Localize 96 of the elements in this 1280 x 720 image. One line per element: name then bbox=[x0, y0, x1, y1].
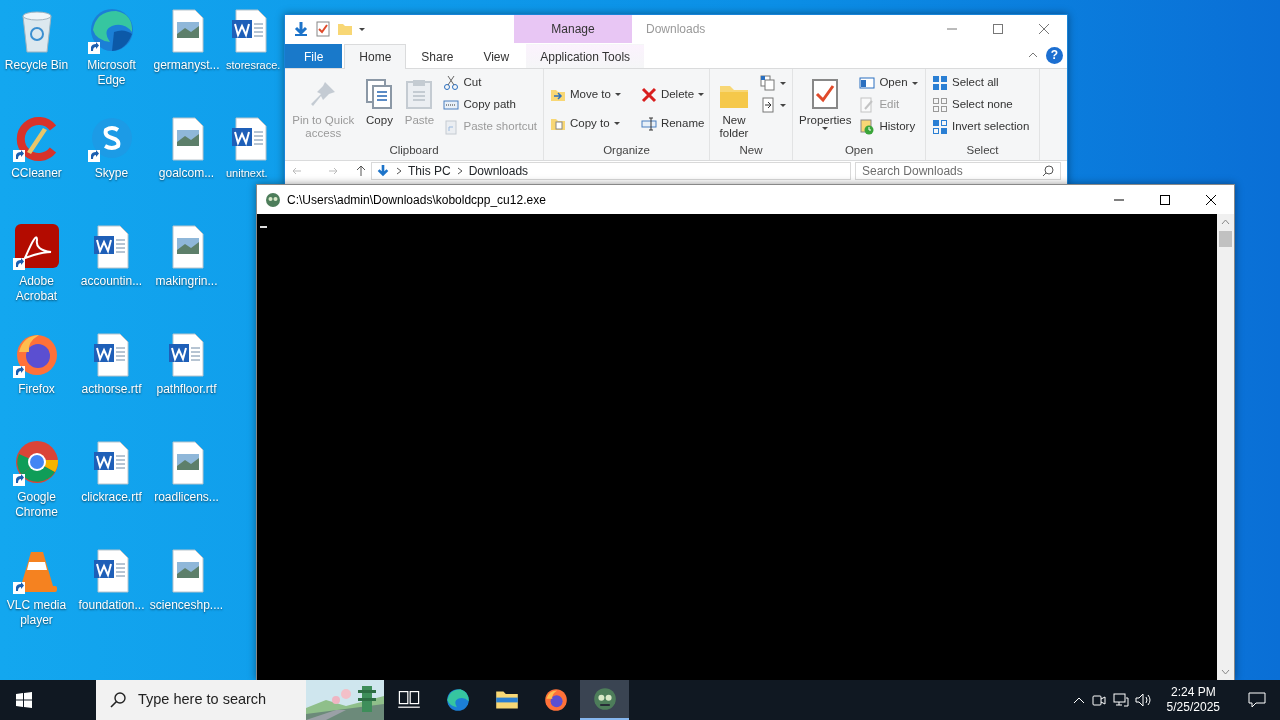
group-label: Select bbox=[965, 143, 1000, 158]
desktop-shortcut[interactable]: Adobe Acrobat bbox=[0, 220, 73, 306]
select-all-icon bbox=[932, 75, 948, 91]
path-icon bbox=[443, 97, 460, 113]
maximize-icon bbox=[993, 24, 1003, 34]
desktop-shortcut[interactable]: makingrin... bbox=[150, 220, 223, 291]
properties-icon[interactable] bbox=[315, 21, 331, 37]
ribbon-tab[interactable]: View bbox=[468, 44, 525, 68]
ribbon-button[interactable]: Move to bbox=[548, 80, 623, 109]
download-arrow-icon[interactable] bbox=[293, 21, 309, 37]
ribbon-tab[interactable]: Home bbox=[344, 44, 407, 69]
scrollbar[interactable] bbox=[1217, 214, 1234, 680]
desktop-shortcut[interactable]: storesrace. bbox=[225, 4, 283, 73]
taskbar-app-button[interactable] bbox=[580, 680, 629, 720]
desktop-shortcut[interactable]: roadlicens... bbox=[150, 436, 223, 507]
search-icon bbox=[1042, 165, 1054, 177]
search-box[interactable]: Search Downloads bbox=[855, 162, 1061, 180]
download-arrow-icon bbox=[376, 164, 390, 178]
network-icon[interactable] bbox=[1112, 692, 1129, 708]
group-label: Open bbox=[843, 143, 875, 158]
ribbon-button[interactable]: Copy bbox=[361, 72, 398, 129]
clock[interactable]: 2:24 PM 5/25/2025 bbox=[1158, 685, 1228, 715]
ribbon-icon-button[interactable] bbox=[758, 72, 788, 94]
breadcrumb[interactable]: This PC bbox=[408, 162, 451, 180]
desktop-shortcut[interactable]: pathfloor.rtf bbox=[150, 328, 223, 399]
context-tab-header: Manage bbox=[514, 15, 632, 43]
ribbon-button[interactable]: Copy to bbox=[548, 109, 623, 138]
chevron-icon bbox=[456, 167, 463, 175]
desktop-shortcut[interactable]: unitnext. bbox=[225, 112, 283, 181]
scissors-icon bbox=[443, 75, 460, 91]
ribbon-tab[interactable]: Share bbox=[406, 44, 469, 68]
desktop-shortcut[interactable]: accountin... bbox=[75, 220, 148, 291]
ribbon-button[interactable]: New folder bbox=[714, 72, 754, 142]
up-arrow-icon[interactable] bbox=[355, 165, 367, 177]
ribbon-button[interactable]: Select all bbox=[930, 72, 1032, 94]
creature-logo-icon bbox=[592, 687, 617, 711]
desktop-shortcut[interactable]: VLC media player bbox=[0, 544, 73, 630]
ribbon-button[interactable]: Copy path bbox=[441, 94, 539, 116]
breadcrumb[interactable]: Downloads bbox=[468, 162, 529, 180]
fox-logo-icon bbox=[543, 688, 568, 712]
search-icon bbox=[110, 692, 126, 708]
ribbon-tab[interactable]: Application Tools bbox=[526, 44, 645, 68]
desktop-shortcut[interactable]: Skype bbox=[75, 112, 148, 183]
file-menu-tab[interactable]: File bbox=[285, 44, 343, 68]
open-window-icon bbox=[859, 75, 876, 91]
desktop-shortcut[interactable]: foundation... bbox=[75, 544, 148, 615]
ribbon-button[interactable]: Delete bbox=[638, 80, 707, 109]
window-title: Downloads bbox=[645, 21, 707, 38]
address-bar[interactable]: This PC Downloads bbox=[371, 162, 851, 180]
group-label: Clipboard bbox=[388, 143, 440, 158]
caret-icon[interactable] bbox=[359, 27, 365, 31]
desktop-shortcut[interactable]: Microsoft Edge bbox=[75, 4, 148, 90]
ribbon-button[interactable]: Open bbox=[857, 72, 920, 94]
camera-icon[interactable] bbox=[1090, 692, 1107, 708]
ribbon-button[interactable]: Select none bbox=[930, 94, 1032, 116]
invert-selection-icon bbox=[932, 119, 948, 135]
chat-bubble-icon bbox=[1248, 692, 1266, 708]
maximize-icon bbox=[1160, 194, 1170, 205]
chevron-up-icon[interactable] bbox=[1072, 696, 1085, 704]
ribbon-button[interactable]: History bbox=[857, 116, 920, 138]
close-icon bbox=[1206, 194, 1216, 205]
volume-icon[interactable] bbox=[1134, 692, 1153, 708]
desktop-shortcut[interactable]: clickrace.rtf bbox=[75, 436, 148, 507]
select-none-icon bbox=[932, 97, 948, 113]
text-cursor bbox=[260, 226, 267, 228]
desktop-shortcut[interactable]: Google Chrome bbox=[0, 436, 73, 522]
close-icon bbox=[1039, 24, 1049, 34]
group-label: New bbox=[738, 143, 764, 158]
ribbon-button[interactable]: Rename bbox=[638, 109, 707, 138]
delete-icon bbox=[640, 86, 657, 103]
ribbon-button[interactable]: Properties bbox=[797, 72, 854, 132]
desktop-shortcut[interactable]: scienceshp.... bbox=[150, 544, 223, 615]
help-button[interactable]: ? bbox=[1046, 46, 1063, 64]
search-field[interactable]: Type here to search bbox=[136, 688, 286, 712]
history-icon bbox=[859, 119, 876, 135]
chevron-icon bbox=[396, 167, 402, 175]
windows-logo-icon bbox=[16, 692, 32, 708]
new-item-icon bbox=[760, 75, 776, 91]
creature-logo-icon bbox=[265, 191, 281, 208]
window-title: C:\Users\admin\Downloads\koboldcpp_cu12.exe bbox=[286, 191, 547, 209]
search-field[interactable]: Search Downloads bbox=[862, 162, 1032, 180]
search-box[interactable]: Type here to search bbox=[96, 680, 384, 720]
desktop-shortcut[interactable]: Firefox bbox=[0, 328, 73, 399]
group-label: Organize bbox=[602, 143, 651, 158]
desktop-shortcut[interactable]: acthorse.rtf bbox=[75, 328, 148, 399]
desktop-shortcut[interactable]: germanyst... bbox=[150, 4, 223, 75]
ribbon-button[interactable]: Invert selection bbox=[930, 116, 1032, 138]
wave-logo-icon bbox=[445, 688, 470, 712]
clipboard-shortcut-icon bbox=[443, 119, 460, 135]
desktop-shortcut[interactable]: Recycle Bin bbox=[0, 4, 73, 75]
rename-icon bbox=[640, 115, 657, 132]
desktop-shortcut[interactable]: goalcom... bbox=[150, 112, 223, 183]
ribbon-button[interactable]: Cut bbox=[441, 72, 539, 94]
edit-icon bbox=[859, 97, 876, 113]
collapse-ribbon-icon[interactable] bbox=[1028, 52, 1038, 58]
desktop-shortcut[interactable]: CCleaner bbox=[0, 112, 73, 183]
